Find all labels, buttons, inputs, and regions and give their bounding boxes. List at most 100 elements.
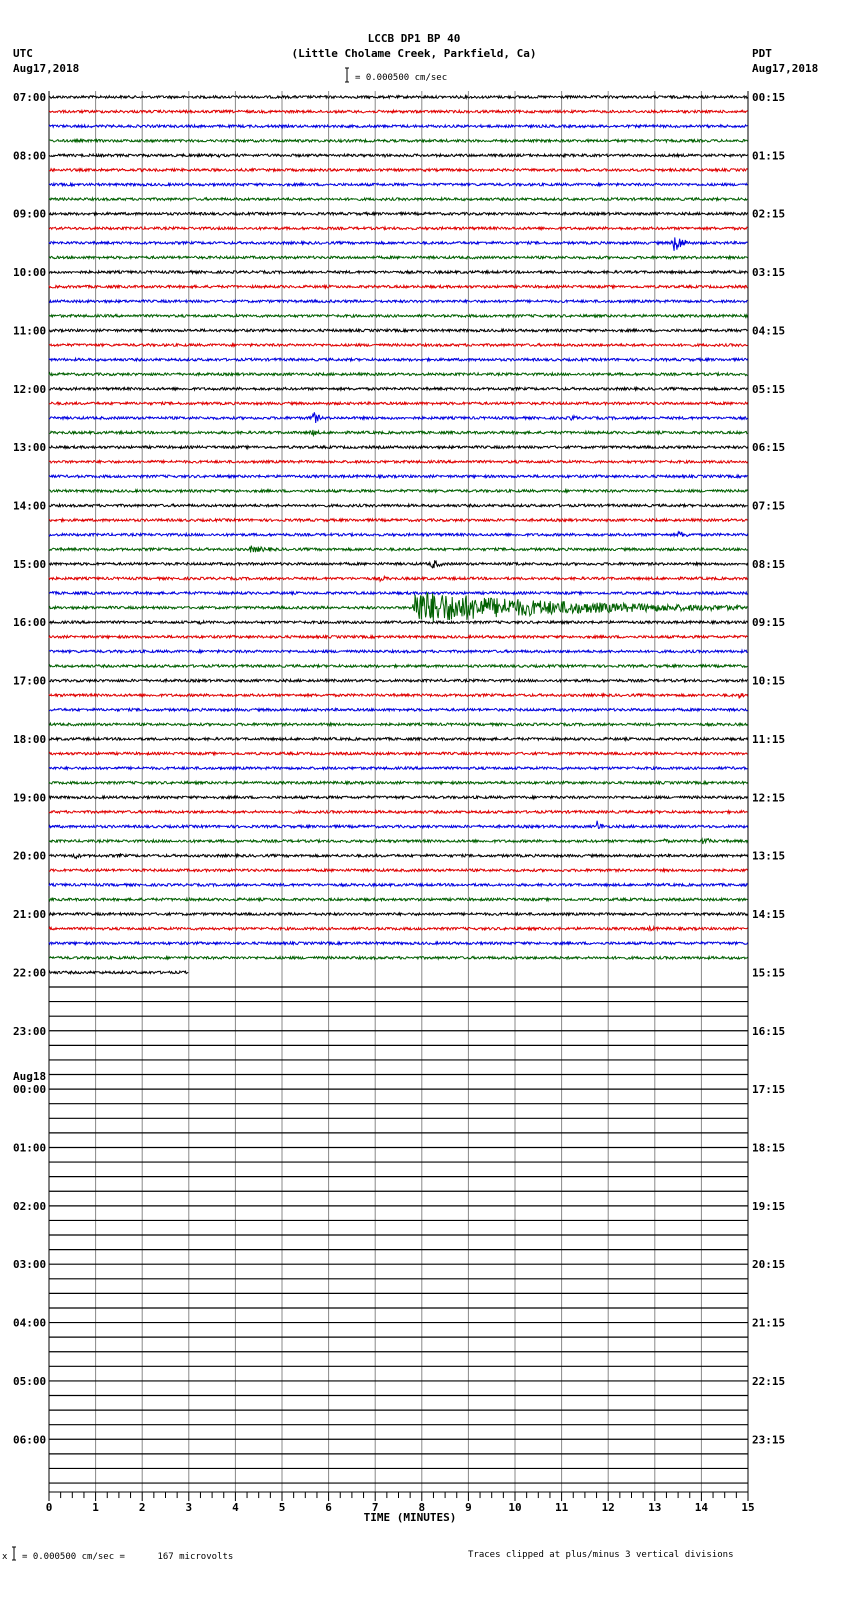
seismic-trace (48, 237, 748, 251)
utc-date-label: Aug18 (13, 1070, 46, 1083)
x-tick-label: 11 (555, 1501, 569, 1514)
seismic-trace (48, 269, 749, 276)
seismic-trace (49, 619, 749, 626)
seismic-trace (48, 283, 748, 290)
footer-scale-bar-icon (12, 1546, 16, 1561)
utc-time-label: 20:00 (13, 850, 46, 863)
seismic-trace (48, 152, 748, 159)
seismic-trace (48, 545, 748, 553)
pdt-time-label: 08:15 (752, 558, 785, 571)
pdt-time-label: 09:15 (752, 616, 785, 629)
seismic-trace (48, 196, 748, 203)
seismogram-page: LCCB DP1 BP 40 (Little Cholame Creek, Pa… (0, 0, 850, 1613)
seismic-trace (48, 225, 748, 232)
seismic-trace (48, 412, 748, 424)
scale-bar-icon (345, 67, 349, 83)
utc-time-label: 13:00 (13, 441, 46, 454)
seismic-trace (48, 502, 748, 509)
pdt-time-label: 10:15 (752, 675, 785, 688)
pdt-time-label: 20:15 (752, 1258, 785, 1271)
right-date: Aug17,2018 (752, 62, 818, 75)
utc-time-label: 04:00 (13, 1317, 46, 1330)
seismic-trace (48, 327, 748, 334)
pdt-time-label: 03:15 (752, 266, 785, 279)
seismic-trace (48, 210, 749, 217)
pdt-time-label: 15:15 (752, 966, 785, 979)
seismic-trace (48, 911, 749, 918)
right-timezone: PDT (752, 47, 772, 60)
x-tick-label: 12 (602, 1501, 615, 1514)
seismic-trace (48, 692, 749, 699)
seismic-trace (48, 429, 748, 438)
pdt-time-label: 07:15 (752, 500, 785, 513)
x-tick-label: 15 (741, 1501, 754, 1514)
pdt-time-label: 06:15 (752, 441, 785, 454)
seismic-trace (48, 559, 749, 569)
x-tick-label: 10 (508, 1501, 521, 1514)
seismic-trace (48, 735, 749, 743)
pdt-time-label: 05:15 (752, 383, 785, 396)
seismic-trace (48, 356, 749, 363)
seismic-trace (48, 896, 748, 903)
seismic-trace (48, 677, 748, 684)
left-date: Aug17,2018 (13, 62, 79, 75)
seismic-trace (48, 954, 749, 961)
utc-time-label: 01:00 (13, 1141, 46, 1154)
x-tick-label: 0 (46, 1501, 53, 1514)
pdt-time-label: 02:15 (752, 208, 785, 221)
seismic-trace (48, 487, 749, 494)
utc-time-label: 07:00 (13, 91, 46, 104)
seismic-trace (48, 385, 748, 393)
utc-time-label: 06:00 (13, 1433, 46, 1446)
seismic-trace (48, 371, 748, 378)
utc-time-label: 11:00 (13, 324, 46, 337)
pdt-time-label: 23:15 (752, 1433, 785, 1446)
pdt-time-label: 04:15 (752, 324, 785, 337)
x-tick-label: 14 (695, 1501, 709, 1514)
utc-time-label: 23:00 (13, 1025, 46, 1038)
seismic-trace (48, 181, 748, 188)
utc-time-label: 22:00 (13, 966, 46, 979)
seismic-trace (49, 137, 749, 144)
seismic-trace (48, 341, 748, 349)
seismic-trace (48, 750, 748, 757)
chart-subtitle: (Little Cholame Creek, Parkfield, Ca) (291, 47, 536, 60)
pdt-time-label: 11:15 (752, 733, 785, 746)
pdt-time-label: 17:15 (752, 1083, 785, 1096)
utc-time-label: 03:00 (13, 1258, 46, 1271)
seismic-trace (48, 93, 749, 100)
pdt-time-label: 16:15 (752, 1025, 785, 1038)
footer-scale-prefix: x (2, 1552, 8, 1562)
utc-time-label: 08:00 (13, 149, 46, 162)
pdt-time-label: 12:15 (752, 791, 785, 804)
seismic-trace (48, 633, 748, 640)
seismic-trace (48, 924, 748, 932)
utc-time-label: 14:00 (13, 500, 46, 513)
seismic-trace (48, 706, 748, 713)
utc-time-label: 17:00 (13, 675, 46, 688)
seismic-trace (48, 517, 748, 524)
seismogram-chart: LCCB DP1 BP 40 (Little Cholame Creek, Pa… (2, 32, 818, 1562)
x-axis-label: TIME (MINUTES) (364, 1511, 457, 1524)
pdt-time-label: 00:15 (752, 91, 785, 104)
pdt-time-label: 22:15 (752, 1375, 785, 1388)
seismic-trace (48, 940, 749, 947)
seismic-trace (48, 123, 748, 130)
seismic-trace (48, 458, 749, 465)
pdt-time-label: 01:15 (752, 149, 785, 162)
seismic-trace (48, 820, 749, 830)
seismic-trace (48, 765, 748, 772)
seismic-trace (48, 298, 748, 305)
x-tick-label: 2 (139, 1501, 146, 1514)
left-timezone: UTC (13, 47, 33, 60)
pdt-time-label: 14:15 (752, 908, 785, 921)
x-tick-label: 3 (185, 1501, 192, 1514)
seismic-trace (48, 852, 749, 860)
utc-time-label: 05:00 (13, 1375, 46, 1388)
pdt-time-label: 18:15 (752, 1141, 785, 1154)
x-tick-label: 5 (279, 1501, 286, 1514)
clip-note: Traces clipped at plus/minus 3 vertical … (468, 1550, 734, 1560)
scale-label: = 0.000500 cm/sec (355, 73, 447, 83)
footer-scale: = 0.000500 cm/sec = 167 microvolts (22, 1552, 233, 1562)
seismic-trace (48, 591, 748, 623)
